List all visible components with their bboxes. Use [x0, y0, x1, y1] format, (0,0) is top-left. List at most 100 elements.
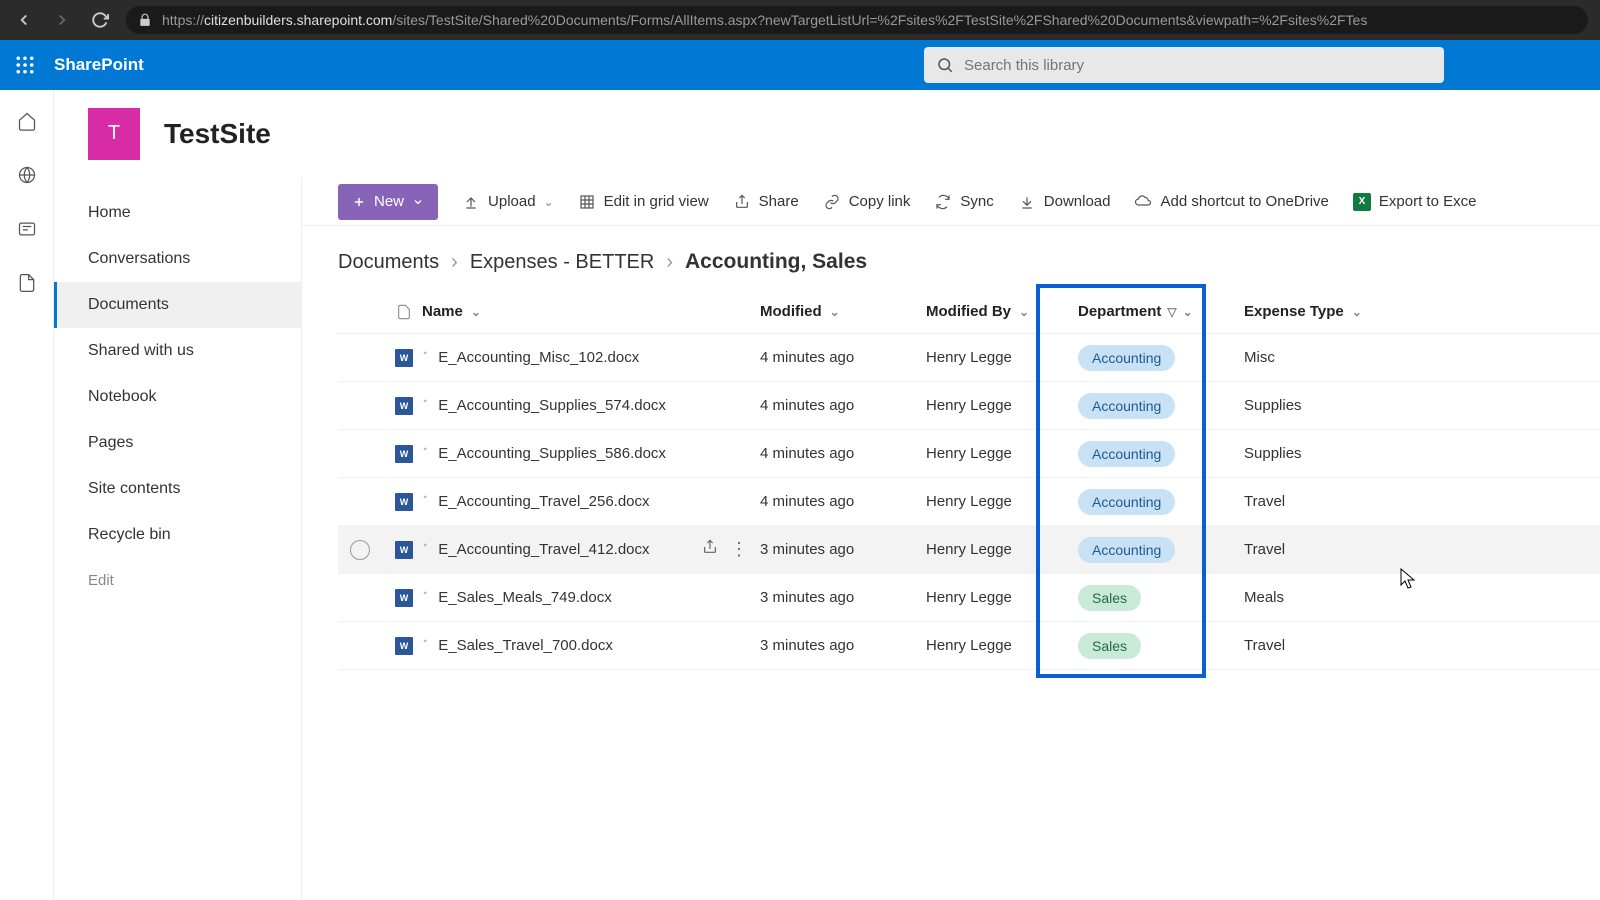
share-button[interactable]: Share [733, 193, 799, 211]
select-circle[interactable] [350, 540, 370, 560]
chevron-down-icon: ⌄ [1183, 305, 1193, 319]
sidebar-item-shared[interactable]: Shared with us [54, 328, 301, 374]
files-icon[interactable] [16, 272, 38, 294]
share-icon[interactable] [702, 539, 718, 560]
chevron-down-icon: ⌄ [544, 195, 554, 209]
crumb-root[interactable]: Documents [338, 251, 439, 274]
excel-icon: X [1353, 193, 1371, 211]
file-name[interactable]: E_Accounting_Misc_102.docx [438, 349, 639, 366]
table-row[interactable]: W ⋆ E_Sales_Meals_749.docx 3 minutes agoHen… [338, 574, 1600, 622]
sidebar-item-notebook[interactable]: Notebook [54, 374, 301, 420]
export-excel-button[interactable]: X Export to Exce [1353, 193, 1477, 211]
modified-cell: 3 minutes ago [760, 541, 926, 558]
site-logo[interactable]: T [88, 108, 140, 160]
department-tag[interactable]: Accounting [1078, 489, 1175, 515]
modified-column[interactable]: Modified⌄ [760, 303, 926, 320]
chevron-right-icon: › [451, 251, 458, 274]
chevron-down-icon [412, 196, 424, 208]
lock-icon [138, 13, 152, 27]
file-name[interactable]: E_Accounting_Travel_412.docx [438, 541, 649, 558]
search-box[interactable] [924, 47, 1444, 83]
modified-cell: 4 minutes ago [760, 397, 926, 414]
url-text: https://citizenbuilders.sharepoint.com/s… [162, 12, 1367, 28]
expense-type-column[interactable]: Expense Type⌄ [1244, 303, 1412, 320]
table-row[interactable]: W⋆E_Accounting_Travel_256.docx4 minutes … [338, 478, 1600, 526]
chevron-down-icon: ⌄ [1019, 305, 1029, 319]
table-row[interactable]: W⋆E_Accounting_Supplies_574.docx4 minute… [338, 382, 1600, 430]
modified-by-cell[interactable]: Henry Legge [926, 541, 1078, 558]
sync-button[interactable]: Sync [934, 193, 993, 211]
modified-by-cell[interactable]: Henry Legge [926, 445, 1078, 462]
suite-header: SharePoint [0, 40, 1600, 90]
reload-button[interactable] [88, 8, 112, 32]
sync-icon [934, 193, 952, 211]
sidebar-item-conversations[interactable]: Conversations [54, 236, 301, 282]
department-tag[interactable]: Accounting [1078, 441, 1175, 467]
news-icon[interactable] [16, 218, 38, 240]
upload-icon [462, 193, 480, 211]
department-column[interactable]: Department ▽ ⌄ [1078, 303, 1244, 320]
expense-type-cell: Misc [1244, 349, 1412, 366]
department-tag[interactable]: Sales [1078, 585, 1141, 611]
department-tag[interactable]: Accounting [1078, 345, 1175, 371]
table-row[interactable]: W⋆E_Accounting_Supplies_586.docx4 minute… [338, 430, 1600, 478]
new-button[interactable]: New [338, 184, 438, 220]
modified-cell: 3 minutes ago [760, 589, 926, 606]
file-name[interactable]: E_Sales_Travel_700.docx [438, 637, 613, 654]
site-title[interactable]: TestSite [164, 118, 271, 150]
sharepoint-brand[interactable]: SharePoint [54, 55, 144, 75]
search-input[interactable] [964, 57, 1432, 74]
new-indicator-icon: ⋆ [422, 588, 428, 599]
download-button[interactable]: Download [1018, 193, 1111, 211]
sidebar-item-site-contents[interactable]: Site contents [54, 466, 301, 512]
new-indicator-icon: ⋆ [422, 396, 428, 407]
modified-by-cell[interactable]: Henry Legge [926, 397, 1078, 414]
crumb-folder[interactable]: Expenses - BETTER [470, 251, 655, 274]
expense-type-cell: Travel [1244, 637, 1412, 654]
department-tag[interactable]: Accounting [1078, 393, 1175, 419]
url-bar[interactable]: https://citizenbuilders.sharepoint.com/s… [126, 6, 1588, 34]
sidebar-item-pages[interactable]: Pages [54, 420, 301, 466]
home-icon[interactable] [16, 110, 38, 132]
word-icon: W [395, 589, 413, 607]
new-indicator-icon: ⋆ [422, 540, 428, 551]
expense-type-cell: Travel [1244, 493, 1412, 510]
globe-icon[interactable] [16, 164, 38, 186]
name-column[interactable]: Name⌄ [422, 303, 760, 320]
modified-cell: 4 minutes ago [760, 349, 926, 366]
file-table: Name⌄ Modified⌄ Modified By⌄ Department … [302, 290, 1600, 670]
sidebar-item-documents[interactable]: Documents [54, 282, 301, 328]
upload-button[interactable]: Upload ⌄ [462, 193, 554, 211]
file-name[interactable]: E_Sales_Meals_749.docx [438, 589, 611, 606]
file-name[interactable]: E_Accounting_Supplies_574.docx [438, 397, 666, 414]
modified-cell: 4 minutes ago [760, 493, 926, 510]
modified-by-column[interactable]: Modified By⌄ [926, 303, 1078, 320]
site-header: T TestSite [54, 90, 1600, 178]
word-icon: W [395, 493, 413, 511]
file-name[interactable]: E_Accounting_Supplies_586.docx [438, 445, 666, 462]
department-tag[interactable]: Accounting [1078, 537, 1175, 563]
sidebar-item-recycle[interactable]: Recycle bin [54, 512, 301, 558]
table-row[interactable]: W⋆E_Accounting_Travel_412.docx⋮3 minutes… [338, 526, 1600, 574]
modified-by-cell[interactable]: Henry Legge [926, 349, 1078, 366]
file-type-column[interactable] [386, 303, 422, 321]
sidebar-edit[interactable]: Edit [54, 558, 301, 603]
edit-grid-button[interactable]: Edit in grid view [578, 193, 709, 211]
department-tag[interactable]: Sales [1078, 633, 1141, 659]
more-icon[interactable]: ⋮ [730, 539, 748, 560]
sidebar-item-home[interactable]: Home [54, 190, 301, 236]
table-row[interactable]: W⋆E_Sales_Travel_700.docx3 minutes agoHe… [338, 622, 1600, 670]
forward-button[interactable] [50, 8, 74, 32]
file-name[interactable]: E_Accounting_Travel_256.docx [438, 493, 649, 510]
back-button[interactable] [12, 8, 36, 32]
modified-by-cell[interactable]: Henry Legge [926, 637, 1078, 654]
modified-by-cell[interactable]: Henry Legge [926, 589, 1078, 606]
add-shortcut-button[interactable]: Add shortcut to OneDrive [1134, 193, 1328, 211]
onedrive-icon [1134, 193, 1152, 211]
crumb-filter: Accounting, Sales [685, 250, 867, 274]
app-launcher-icon[interactable] [16, 56, 34, 74]
modified-by-cell[interactable]: Henry Legge [926, 493, 1078, 510]
table-row[interactable]: W⋆E_Accounting_Misc_102.docx4 minutes ag… [338, 334, 1600, 382]
new-indicator-icon: ⋆ [422, 348, 428, 359]
copy-link-button[interactable]: Copy link [823, 193, 911, 211]
